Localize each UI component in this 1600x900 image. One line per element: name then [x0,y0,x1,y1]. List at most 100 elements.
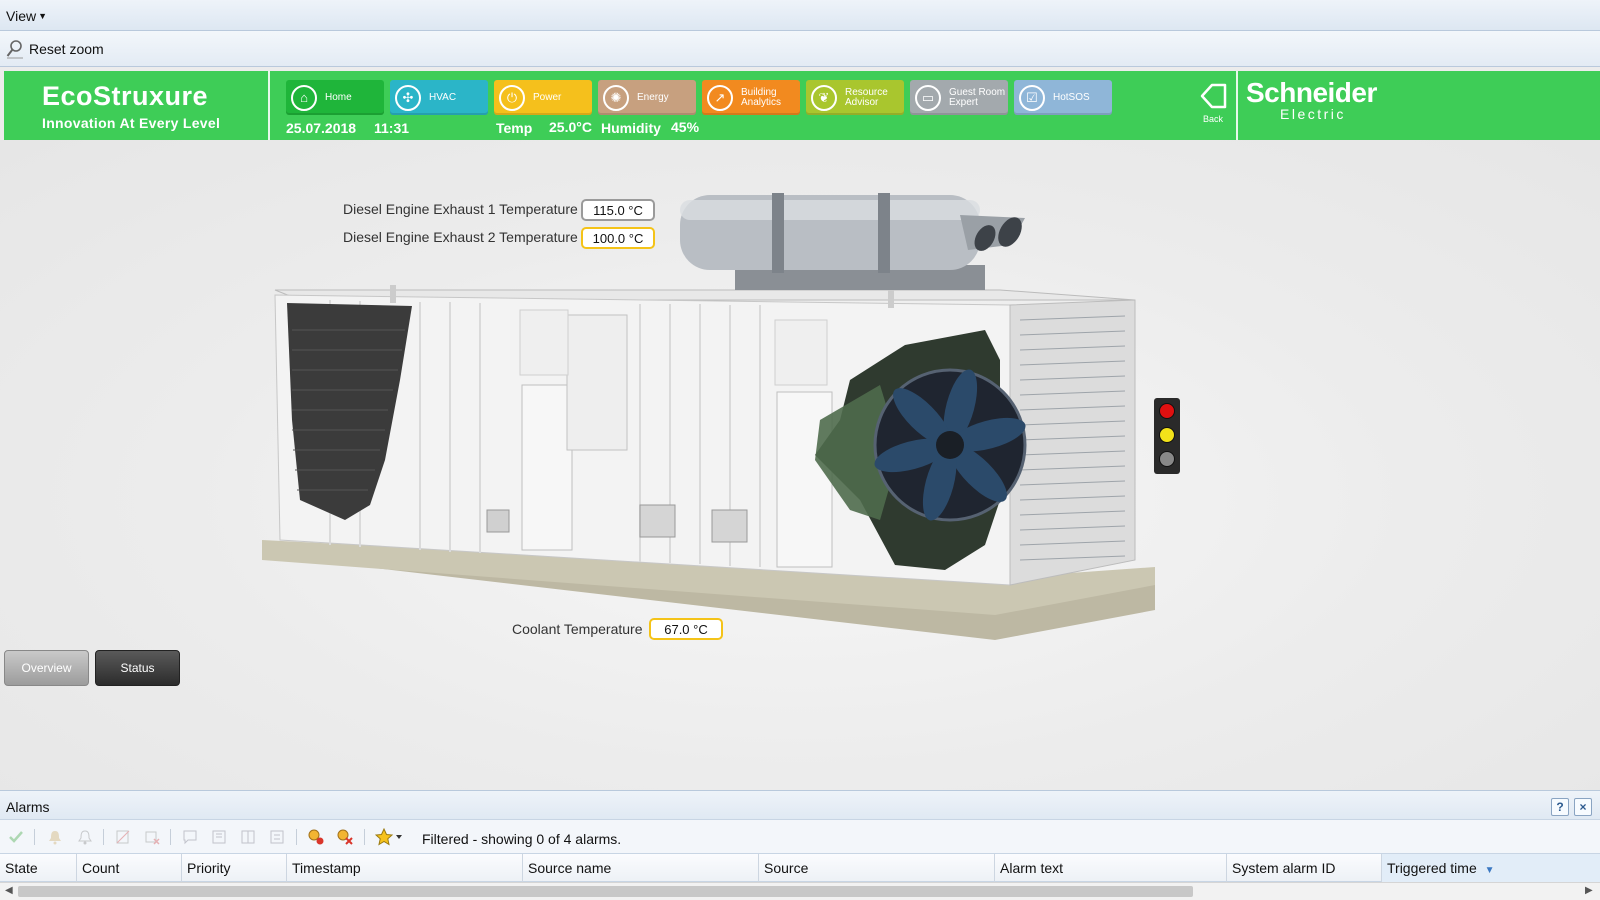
delete-alarm-icon[interactable] [142,828,162,846]
horizontal-scrollbar[interactable]: ◀ ▶ [0,882,1600,900]
header-time: 11:31 [374,120,410,136]
exhaust1-temp-label: Diesel Engine Exhaust 1 Temperature [343,201,578,217]
checklist-icon[interactable] [267,828,287,846]
humidity-label: Humidity [601,120,661,136]
column-triggered-time-label: Triggered time [1387,860,1477,876]
column-state[interactable]: State [0,854,77,882]
toolbar-divider [364,829,365,845]
overview-button[interactable]: Overview [4,650,89,686]
nav-button-guest-room-expert[interactable]: ▭ Guest Room Expert [910,80,1008,115]
nav-button-label: Energy [637,91,669,103]
back-button[interactable]: Back [1197,81,1229,124]
column-priority[interactable]: Priority [182,854,287,882]
fan-icon: ✣ [395,84,421,111]
bed-icon: ▭ [915,84,941,111]
nav-button-building-analytics[interactable]: ↗ Building Analytics [702,80,800,115]
column-triggered-time[interactable]: Triggered time ▼ [1382,854,1600,882]
alarms-toolbar [0,820,1600,854]
acknowledge-icon[interactable] [6,828,26,846]
scrollbar-thumb[interactable] [18,886,1193,897]
header-date: 25.07.2018 [286,120,357,136]
nav-button-label: HVAC [429,91,457,103]
nav-button-energy[interactable]: ✺ Energy [598,80,696,115]
nav-button-power[interactable]: ⏻ Power [494,80,592,115]
nav-button-label: Building Analytics [741,86,782,108]
coolant-temp-label: Coolant Temperature [512,621,643,637]
yellow-lamp-icon [1159,427,1175,443]
column-source-name[interactable]: Source name [523,854,759,882]
exhaust2-temp-value[interactable]: 100.0 °C [581,227,655,249]
checklist-icon: ☑ [1019,84,1045,111]
brand-name: EcoStruxure [42,81,209,111]
app-header: EcoStruxure Innovation At Every Level ⌂ H… [4,71,1600,140]
alarms-title: Alarms [6,799,50,815]
close-button[interactable]: × [1574,798,1592,816]
column-timestamp[interactable]: Timestamp [287,854,523,882]
alarms-panel-header: Alarms ? × [0,790,1600,820]
reset-zoom-label: Reset zoom [29,41,104,57]
nav-button-label: Home [325,91,352,103]
brand-tagline: Innovation At Every Level [42,115,221,131]
favorites-star-icon[interactable] [374,828,404,846]
scroll-right-icon[interactable]: ▶ [1585,885,1593,896]
filter-clear-icon[interactable] [335,828,355,846]
red-lamp-icon [1159,403,1175,419]
chart-icon: ↗ [707,84,733,111]
home-icon: ⌂ [291,84,317,111]
coolant-temp-value[interactable]: 67.0 °C [649,618,723,640]
toolbar-divider [296,829,297,845]
off-lamp-icon [1159,451,1175,467]
column-source[interactable]: Source [759,854,995,882]
nav-button-label: HotSOS [1053,91,1090,103]
back-label: Back [1202,114,1223,124]
toolbar-divider [170,829,171,845]
plug-icon: ⏻ [499,84,525,111]
generator-container-illustration [262,193,1155,640]
temp-label: Temp [496,120,533,136]
column-count[interactable]: Count [77,854,182,882]
bell-icon[interactable] [45,828,65,846]
exhaust2-temp-label: Diesel Engine Exhaust 2 Temperature [343,229,578,245]
back-arrow-icon [1200,83,1227,109]
comment-icon[interactable] [180,828,200,846]
chevron-down-icon: ▼ [38,11,48,21]
toolbar-divider [103,829,104,845]
nav-button-home[interactable]: ⌂ Home [286,80,384,115]
ecostruxure-logo: EcoStruxure Innovation At Every Level [4,71,270,140]
leaf-icon: ❦ [811,84,837,111]
alarm-grid-header: State Count Priority Timestamp Source na… [0,854,1600,882]
toolbar: Reset zoom [0,31,1600,67]
graphic-canvas: Diesel Engine Exhaust 1 Temperature 115.… [0,140,1600,790]
view-menu-label: View [6,8,37,24]
procedure-icon[interactable] [209,828,229,846]
temp-value: 25.0°C [549,119,592,135]
disable-alarm-icon[interactable] [113,828,133,846]
vendor-sub: Electric [1280,106,1346,122]
zoom-icon [6,40,23,59]
exhaust1-temp-value[interactable]: 115.0 °C [581,199,655,221]
alarm-filter-status: Filtered - showing 0 of 4 alarms. [422,831,622,847]
nav-button-label: Power [533,91,562,103]
details-icon[interactable] [238,828,258,846]
humidity-value: 45% [671,119,700,135]
help-button[interactable]: ? [1551,798,1569,816]
view-menu[interactable]: View ▼ [6,8,47,24]
schneider-logo: Schneider Electric [1236,71,1600,140]
column-alarm-text[interactable]: Alarm text [995,854,1227,882]
toolbar-divider [34,829,35,845]
status-button[interactable]: Status [95,650,180,686]
nav-button-hotsos[interactable]: ☑ HotSOS [1014,80,1112,115]
nav-button-label: Guest Room Expert [949,86,1006,108]
nav-button-label: Resource Advisor [845,86,888,108]
sort-descending-icon: ▼ [1484,865,1495,876]
scroll-left-icon[interactable]: ◀ [5,885,13,896]
vendor-name: Schneider [1246,77,1377,108]
filter-alarms-icon[interactable] [306,828,326,846]
reset-zoom-button[interactable]: Reset zoom [6,39,104,59]
status-traffic-light [1154,398,1180,474]
menu-bar: View ▼ [0,0,1600,31]
column-system-alarm-id[interactable]: System alarm ID [1227,854,1382,882]
nav-button-resource-advisor[interactable]: ❦ Resource Advisor [806,80,904,115]
nav-button-hvac[interactable]: ✣ HVAC [390,80,488,115]
bell-outline-icon[interactable] [75,828,95,846]
